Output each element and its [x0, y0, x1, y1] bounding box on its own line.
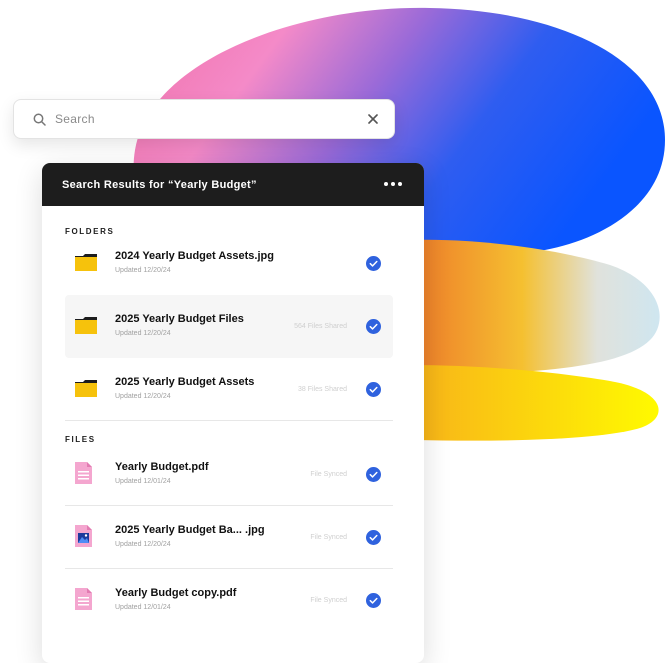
- image-file-icon: [75, 525, 92, 547]
- check-icon: [366, 593, 381, 608]
- folder-updated: Updated 12/20/24: [115, 267, 171, 274]
- folder-status: 38 Files Shared: [297, 386, 347, 393]
- folder-icon: [75, 380, 97, 397]
- search-input[interactable]: Search: [55, 112, 95, 126]
- check-icon: [366, 467, 381, 482]
- folder-name: 2024 Yearly Budget Assets.jpg: [115, 250, 274, 262]
- file-updated: Updated 12/20/24: [115, 541, 171, 548]
- file-updated: Updated 12/01/24: [115, 478, 171, 485]
- panel-title: Search Results for “Yearly Budget”: [62, 178, 257, 191]
- folder-row[interactable]: 2025 Yearly Budget Assets Updated 12/20/…: [65, 358, 393, 421]
- search-results-panel: Search Results for “Yearly Budget” FOLDE…: [42, 163, 424, 663]
- folder-icon: [75, 317, 97, 334]
- folder-updated: Updated 12/20/24: [115, 330, 171, 337]
- check-icon: [366, 319, 381, 334]
- folder-row[interactable]: 2024 Yearly Budget Assets.jpg Updated 12…: [65, 232, 393, 295]
- pdf-file-icon: [75, 462, 92, 484]
- file-row[interactable]: Yearly Budget.pdf Updated 12/01/24 File …: [65, 443, 393, 506]
- pdf-file-icon: [75, 588, 92, 610]
- more-options-icon[interactable]: [384, 182, 402, 186]
- file-name: Yearly Budget.pdf: [115, 461, 209, 473]
- section-divider: [65, 420, 393, 421]
- panel-header: Search Results for “Yearly Budget”: [42, 163, 424, 206]
- folder-icon: [75, 254, 97, 271]
- file-status: File Synced: [310, 471, 347, 478]
- file-row[interactable]: Yearly Budget copy.pdf Updated 12/01/24 …: [65, 569, 393, 632]
- file-row[interactable]: 2025 Yearly Budget Ba... .jpg Updated 12…: [65, 506, 393, 569]
- file-updated: Updated 12/01/24: [115, 604, 171, 611]
- check-icon: [366, 530, 381, 545]
- folder-updated: Updated 12/20/24: [115, 393, 171, 400]
- check-icon: [366, 382, 381, 397]
- clear-search-icon[interactable]: [368, 114, 378, 124]
- search-bar[interactable]: Search: [13, 99, 395, 139]
- folder-name: 2025 Yearly Budget Files: [115, 313, 244, 325]
- file-name: 2025 Yearly Budget Ba... .jpg: [115, 524, 265, 536]
- folder-row[interactable]: 2025 Yearly Budget Files Updated 12/20/2…: [65, 295, 393, 358]
- check-icon: [366, 256, 381, 271]
- search-icon: [33, 113, 46, 126]
- file-name: Yearly Budget copy.pdf: [115, 587, 237, 599]
- file-status: File Synced: [310, 534, 347, 541]
- file-status: File Synced: [310, 597, 347, 604]
- folder-name: 2025 Yearly Budget Assets: [115, 376, 255, 388]
- folder-status: 564 Files Shared: [294, 323, 347, 330]
